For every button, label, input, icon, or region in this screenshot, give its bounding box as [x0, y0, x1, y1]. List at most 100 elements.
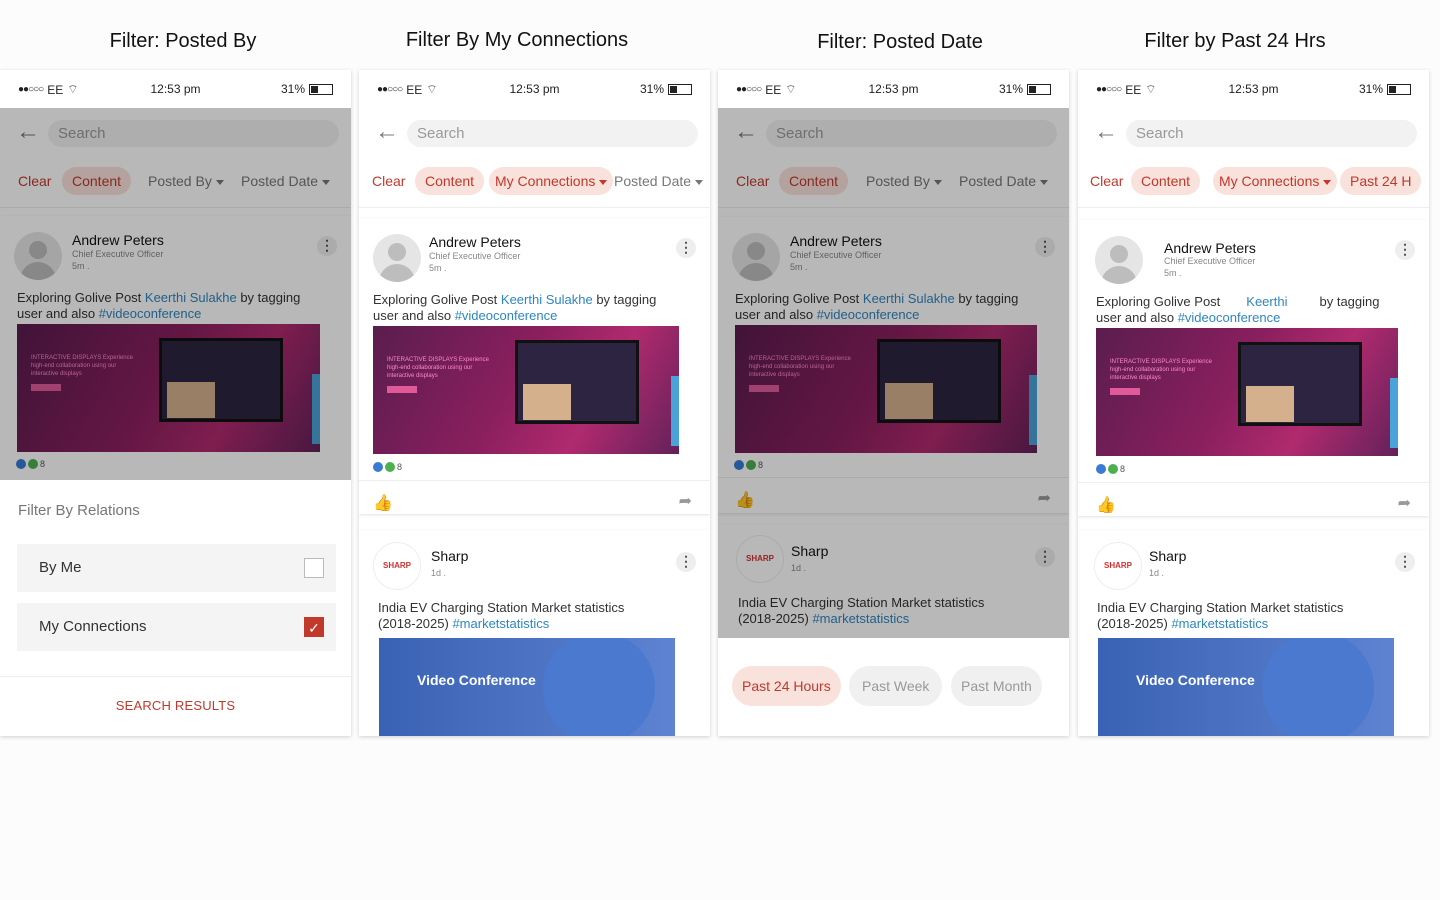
content-chip[interactable]: Content	[415, 167, 485, 195]
post-author[interactable]: Sharp	[791, 543, 828, 559]
avatar[interactable]	[14, 232, 62, 280]
checkbox-unchecked[interactable]	[304, 558, 324, 578]
share-icon[interactable]: ➦	[679, 491, 692, 511]
content-chip[interactable]: Content	[1131, 167, 1201, 195]
date-filter-sheet: Past 24 Hours Past Week Past Month	[718, 638, 1069, 736]
post-video-image[interactable]: Video Conference	[1098, 638, 1394, 736]
back-arrow-icon[interactable]: ←	[16, 120, 40, 144]
hashtag-link[interactable]: #marketstatistics	[452, 616, 549, 631]
avatar[interactable]	[732, 233, 780, 281]
back-arrow-icon[interactable]: ←	[375, 120, 399, 144]
heart-reaction-icon	[385, 462, 395, 472]
hashtag-link[interactable]: #marketstatistics	[1171, 616, 1268, 631]
post-card: Andrew Peters Chief Executive Officer 5m…	[0, 216, 351, 480]
hashtag-link[interactable]: #videoconference	[817, 307, 920, 322]
checkbox-checked-icon[interactable]: ✓	[304, 617, 324, 637]
posted-by-chip[interactable]: Posted By	[138, 167, 234, 195]
search-results-button[interactable]: SEARCH RESULTS	[0, 698, 351, 713]
content-chip[interactable]: Content	[779, 167, 849, 195]
reactions[interactable]: 8	[16, 459, 45, 469]
post-video-image[interactable]: Video Conference	[379, 638, 675, 736]
my-connections-chip[interactable]: My Connections	[489, 167, 614, 195]
sharp-logo[interactable]: SHARP	[736, 535, 784, 583]
heart-reaction-icon	[1108, 464, 1118, 474]
search-input[interactable]: Search	[1126, 120, 1417, 147]
share-icon[interactable]: ➦	[1038, 488, 1051, 508]
more-options-icon[interactable]: ⋮	[1035, 547, 1055, 567]
post-author[interactable]: Andrew Peters	[1164, 240, 1256, 256]
filter-chips: Clear Content Posted By Posted Date	[0, 156, 351, 208]
search-input[interactable]: Search	[48, 120, 339, 147]
reactions[interactable]: 8	[1096, 464, 1125, 474]
post-role: Chief Executive Officer	[790, 250, 882, 260]
back-arrow-icon[interactable]: ←	[734, 120, 758, 144]
post-text: Exploring Golive Post Keerthi Sulakhe by…	[735, 291, 1019, 322]
post-author[interactable]: Andrew Peters	[72, 232, 164, 248]
past-24-hours-option[interactable]: Past 24 Hours	[732, 666, 841, 706]
post-role: Chief Executive Officer	[1164, 256, 1256, 266]
more-options-icon[interactable]: ⋮	[676, 238, 696, 258]
more-options-icon[interactable]: ⋮	[1035, 237, 1055, 257]
search-input[interactable]: Search	[407, 120, 698, 147]
clear-chip[interactable]: Clear	[726, 167, 779, 195]
my-connections-chip[interactable]: My Connections	[1213, 167, 1338, 195]
status-bar: ●●○○○ EE ⌔ 12:53 pm 31%	[1078, 70, 1429, 108]
more-options-icon[interactable]: ⋮	[1395, 552, 1415, 572]
post-author[interactable]: Sharp	[1149, 548, 1186, 564]
post-text: Exploring Golive Post Keerthi Sulakhe by…	[17, 290, 301, 321]
post-author[interactable]: Sharp	[431, 548, 468, 564]
posted-date-chip[interactable]: Posted Date	[949, 167, 1058, 195]
posted-date-chip[interactable]: Posted Date	[604, 167, 710, 195]
mention-link[interactable]: Keerthi Sulakhe	[145, 290, 237, 305]
hashtag-link[interactable]: #marketstatistics	[812, 611, 909, 626]
content-chip[interactable]: Content	[62, 167, 132, 195]
avatar[interactable]	[373, 234, 421, 282]
hashtag-link[interactable]: #videoconference	[1178, 310, 1281, 325]
post-media-image[interactable]: INTERACTIVE DISPLAYS Experience high-end…	[735, 325, 1037, 453]
hashtag-link[interactable]: #videoconference	[455, 308, 558, 323]
posted-date-chip[interactable]: Posted Date	[231, 167, 340, 195]
clear-chip[interactable]: Clear	[1080, 167, 1133, 195]
past-24-chip[interactable]: Past 24 H	[1340, 167, 1422, 195]
hashtag-link[interactable]: #videoconference	[99, 306, 202, 321]
post-text: India EV Charging Station Market statist…	[1097, 600, 1344, 631]
mention-link[interactable]: Keerthi Sulakhe	[863, 291, 955, 306]
post-media-image[interactable]: INTERACTIVE DISPLAYS Experience high-end…	[373, 326, 679, 454]
like-icon[interactable]: 👍	[735, 490, 755, 510]
option-by-me[interactable]: By Me	[17, 544, 336, 592]
sharp-logo[interactable]: SHARP	[373, 542, 421, 590]
reactions[interactable]: 8	[734, 460, 763, 470]
mention-link[interactable]: Keerthi Sulakhe	[501, 292, 593, 307]
title-past-24: Filter by Past 24 Hrs	[1144, 30, 1326, 52]
share-icon[interactable]: ➦	[1398, 493, 1411, 513]
back-arrow-icon[interactable]: ←	[1094, 120, 1118, 144]
avatar[interactable]	[1095, 236, 1143, 284]
mention-link[interactable]: Keerthi	[1246, 294, 1287, 309]
sharp-logo[interactable]: SHARP	[1094, 542, 1142, 590]
post-author[interactable]: Andrew Peters	[429, 234, 521, 250]
more-options-icon[interactable]: ⋮	[1395, 240, 1415, 260]
posted-by-chip[interactable]: Posted By	[856, 167, 952, 195]
phone-posted-by: ●●○○○ EE ⌔ 12:53 pm 31% ← Search Clear Con…	[0, 70, 351, 736]
more-options-icon[interactable]: ⋮	[317, 236, 337, 256]
option-my-connections[interactable]: My Connections ✓	[17, 603, 336, 651]
reactions[interactable]: 8	[373, 462, 402, 472]
search-input[interactable]: Search	[766, 120, 1057, 147]
like-icon[interactable]: 👍	[1096, 495, 1116, 515]
past-week-option[interactable]: Past Week	[849, 666, 943, 706]
post-card: Andrew Peters Chief Executive Officer 5m…	[1078, 220, 1429, 516]
status-bar: ●●○○○ EE ⌔ 12:53 pm 31%	[0, 70, 351, 108]
post-media-image[interactable]: INTERACTIVE DISPLAYS Experience high-end…	[17, 324, 320, 452]
post-time: 1d .	[1149, 568, 1165, 578]
filter-sheet: Filter By Relations By Me My Connections…	[0, 480, 351, 736]
post-card: SHARP Sharp 1d . ⋮ India EV Charging Sta…	[359, 530, 710, 736]
clear-chip[interactable]: Clear	[362, 167, 415, 195]
post-time: 1d .	[791, 563, 807, 573]
post-author[interactable]: Andrew Peters	[790, 233, 882, 249]
clear-chip[interactable]: Clear	[8, 167, 61, 195]
past-month-option[interactable]: Past Month	[951, 666, 1042, 706]
like-icon[interactable]: 👍	[373, 493, 393, 513]
more-options-icon[interactable]: ⋮	[676, 552, 696, 572]
like-reaction-icon	[734, 460, 744, 470]
post-media-image[interactable]: INTERACTIVE DISPLAYS Experience high-end…	[1096, 328, 1398, 456]
